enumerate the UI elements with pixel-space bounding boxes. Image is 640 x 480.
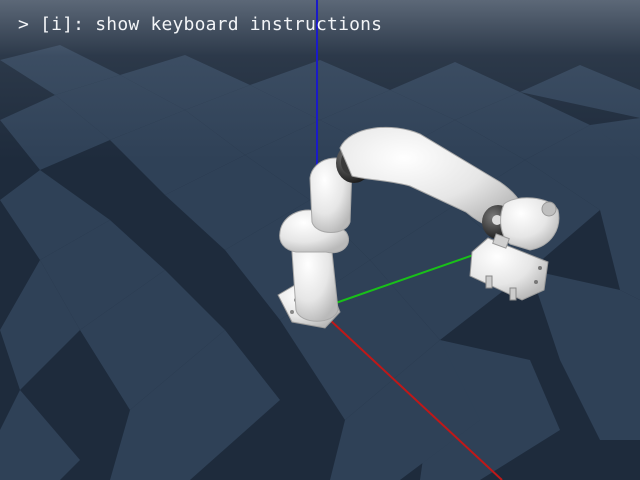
gripper-finger-left (485, 275, 493, 289)
simulation-viewport[interactable]: > [i]: show keyboard instructions (0, 0, 640, 480)
gripper-screw (534, 280, 538, 284)
3d-scene[interactable] (0, 0, 640, 480)
gripper-finger-right (509, 287, 517, 301)
wrist-cap (541, 201, 557, 217)
base-bolt (290, 310, 294, 314)
gripper-screw (538, 266, 542, 270)
keyboard-hint: > [i]: show keyboard instructions (18, 14, 383, 35)
